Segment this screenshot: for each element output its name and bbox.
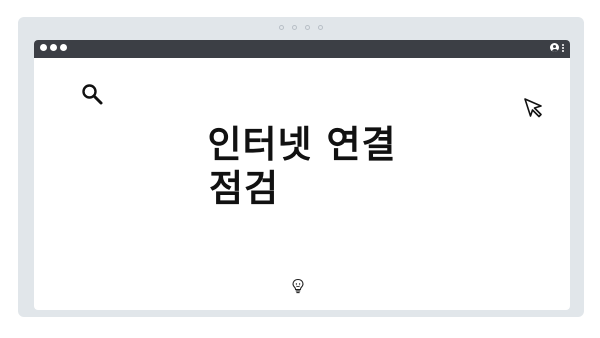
window-control-dot[interactable]: [50, 44, 57, 51]
pager-dot[interactable]: [318, 25, 323, 30]
page-title-line-2: 점검: [208, 167, 280, 210]
pager-dot[interactable]: [279, 25, 284, 30]
pager-dots: [18, 25, 584, 30]
pager-dot[interactable]: [292, 25, 297, 30]
page: 인터넷 연결 점검: [0, 0, 600, 338]
lightbulb-icon: [292, 278, 304, 294]
kebab-menu-icon[interactable]: [562, 43, 564, 52]
window-control-dot[interactable]: [40, 44, 47, 51]
page-title: 인터넷 연결 점검: [34, 123, 570, 211]
browser-window: 인터넷 연결 점검: [34, 40, 570, 310]
pager-dot[interactable]: [305, 25, 310, 30]
window-controls: [40, 44, 67, 51]
page-title-line-1: 인터넷 연결: [207, 123, 397, 166]
search-icon: [82, 84, 103, 105]
window-right-controls: [550, 43, 564, 52]
window-control-dot[interactable]: [60, 44, 67, 51]
profile-icon[interactable]: [550, 43, 559, 52]
window-title-bar: [34, 40, 570, 58]
cursor-icon: [524, 98, 542, 118]
